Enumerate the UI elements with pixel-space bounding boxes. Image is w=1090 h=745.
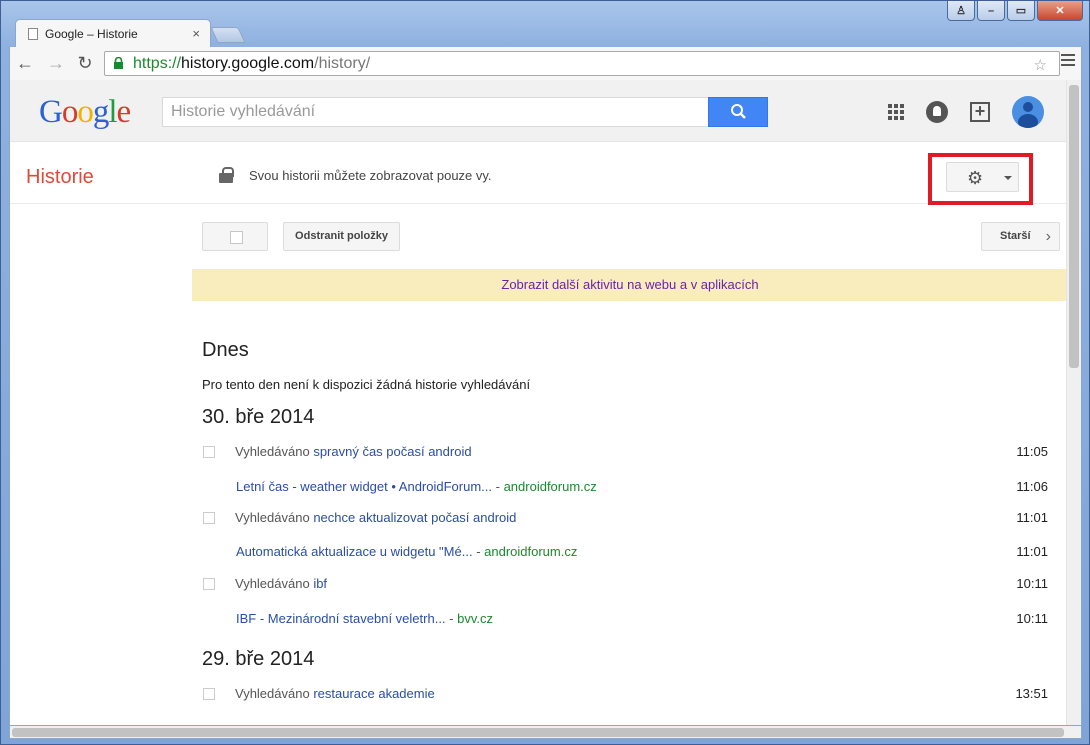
item-time: 11:06 [1016, 479, 1048, 494]
older-label: Starší [1000, 230, 1031, 242]
window-controls: ♙ – ▭ ✕ [947, 1, 1083, 21]
query-link[interactable]: restaurace akademie [313, 686, 434, 701]
section-date: 30. bře 2014 [202, 406, 315, 428]
secure-lock-icon [114, 57, 123, 69]
maximize-button[interactable]: ▭ [1007, 1, 1035, 21]
back-arrow-icon[interactable]: ← [14, 53, 36, 73]
browser-tab[interactable]: Google – Historie × [15, 19, 211, 47]
list-item: IBF - Mezinárodní stavební veletrh... - … [202, 609, 1048, 629]
item-checkbox[interactable] [203, 688, 215, 700]
item-time: 10:11 [1016, 576, 1048, 591]
item-checkbox[interactable] [203, 446, 215, 458]
chrome-menu-icon[interactable] [1061, 54, 1075, 69]
search-prefix: Vyhledáváno [235, 576, 310, 591]
search-icon [731, 104, 746, 119]
chevron-right-icon: › [1045, 228, 1051, 245]
apps-grid-icon[interactable] [888, 104, 904, 120]
search-button[interactable] [708, 97, 768, 127]
url-path: /history/ [314, 55, 371, 72]
result-domain: androidforum.cz [484, 544, 578, 559]
scrollbar-thumb[interactable] [12, 728, 1064, 737]
history-header: Historie Svou historii můžete zobrazovat… [10, 142, 1068, 205]
url-host: history.google.com [181, 55, 315, 72]
empty-day-note: Pro tento den není k dispozici žádná his… [202, 377, 531, 392]
search-prefix: Vyhledáváno [235, 444, 310, 459]
notifications-icon[interactable] [926, 101, 948, 123]
query-link[interactable]: ibf [313, 576, 327, 591]
result-link[interactable]: Letní čas - weather widget • AndroidForu… [236, 479, 492, 494]
close-window-button[interactable]: ✕ [1037, 1, 1083, 21]
list-item: Vyhledáváno nechce aktualizovat počasí a… [202, 508, 1048, 528]
list-item: Letní čas - weather widget • AndroidForu… [202, 477, 1048, 497]
history-actions: Odstranit položky Starší › [10, 222, 1068, 252]
item-time: 10:11 [1016, 611, 1048, 626]
browser-window: ♙ – ▭ ✕ Google – Historie × ← → ↻ https:… [0, 0, 1090, 745]
query-link[interactable]: spravný čas počasí android [313, 444, 471, 459]
account-icons: + [888, 96, 1044, 128]
tab-title: Google – Historie [45, 26, 138, 41]
item-checkbox[interactable] [203, 512, 215, 524]
settings-button[interactable]: ⚙ [946, 162, 1019, 192]
query-link[interactable]: nechce aktualizovat počasí android [313, 510, 516, 525]
item-time: 13:51 [1015, 686, 1048, 701]
item-time: 11:01 [1016, 544, 1048, 559]
avatar[interactable] [1012, 96, 1044, 128]
search-prefix: Vyhledáváno [235, 686, 310, 701]
address-bar[interactable]: https://history.google.com/history/ ☆ [104, 51, 1060, 76]
lock-icon [219, 167, 234, 183]
privacy-note: Svou historii můžete zobrazovat pouze vy… [219, 167, 492, 183]
minimize-button[interactable]: – [977, 1, 1005, 21]
browser-toolbar: ← → ↻ https://history.google.com/history… [9, 47, 1082, 80]
section-date: 29. bře 2014 [202, 648, 315, 670]
gear-icon: ⚙ [967, 168, 984, 188]
list-item: Vyhledáváno restaurace akademie 13:51 [202, 684, 1048, 704]
result-domain: bvv.cz [457, 611, 493, 626]
list-item: Vyhledáváno ibf 10:11 [202, 574, 1048, 594]
remove-items-button[interactable]: Odstranit položky [283, 222, 400, 251]
page-title: Historie [26, 166, 94, 188]
reload-icon[interactable]: ↻ [74, 53, 96, 73]
page-viewport: Google Historie vyhledávání + Historie S… [9, 80, 1082, 725]
chevron-down-icon [1004, 176, 1012, 180]
new-tab-button[interactable] [210, 27, 246, 43]
page-icon [28, 27, 38, 40]
section-date: Dnes [202, 339, 249, 361]
share-plus-icon[interactable]: + [970, 102, 990, 122]
search-prefix: Vyhledáváno [235, 510, 310, 525]
google-bar: Google Historie vyhledávání + [10, 80, 1068, 142]
bookmark-star-icon[interactable]: ☆ [1034, 54, 1053, 77]
vertical-scrollbar[interactable] [1066, 80, 1081, 725]
list-item: Automatická aktualizace u widgetu "Mé...… [202, 542, 1048, 562]
result-link[interactable]: IBF - Mezinárodní stavební veletrh... [236, 611, 446, 626]
privacy-text: Svou historii můžete zobrazovat pouze vy… [249, 167, 492, 183]
item-time: 11:05 [1016, 444, 1048, 459]
list-item: Vyhledáváno spravný čas počasí android 1… [202, 442, 1048, 462]
user-icon[interactable]: ♙ [947, 1, 975, 21]
scrollbar-thumb[interactable] [1069, 85, 1079, 368]
result-domain: androidforum.cz [503, 479, 597, 494]
item-checkbox[interactable] [203, 578, 215, 590]
horizontal-scrollbar[interactable] [9, 725, 1082, 739]
tab-close-icon[interactable]: × [192, 26, 200, 41]
select-all-checkbox[interactable] [202, 222, 268, 251]
more-activity-link[interactable]: Zobrazit další aktivitu na webu a v apli… [192, 269, 1068, 301]
result-link[interactable]: Automatická aktualizace u widgetu "Mé... [236, 544, 473, 559]
forward-arrow-icon[interactable]: → [45, 53, 67, 73]
item-time: 11:01 [1016, 510, 1048, 525]
older-button[interactable]: Starší › [981, 222, 1060, 251]
google-logo[interactable]: Google [39, 94, 131, 131]
url-scheme: https:// [133, 55, 182, 72]
search-input[interactable]: Historie vyhledávání [162, 97, 709, 127]
